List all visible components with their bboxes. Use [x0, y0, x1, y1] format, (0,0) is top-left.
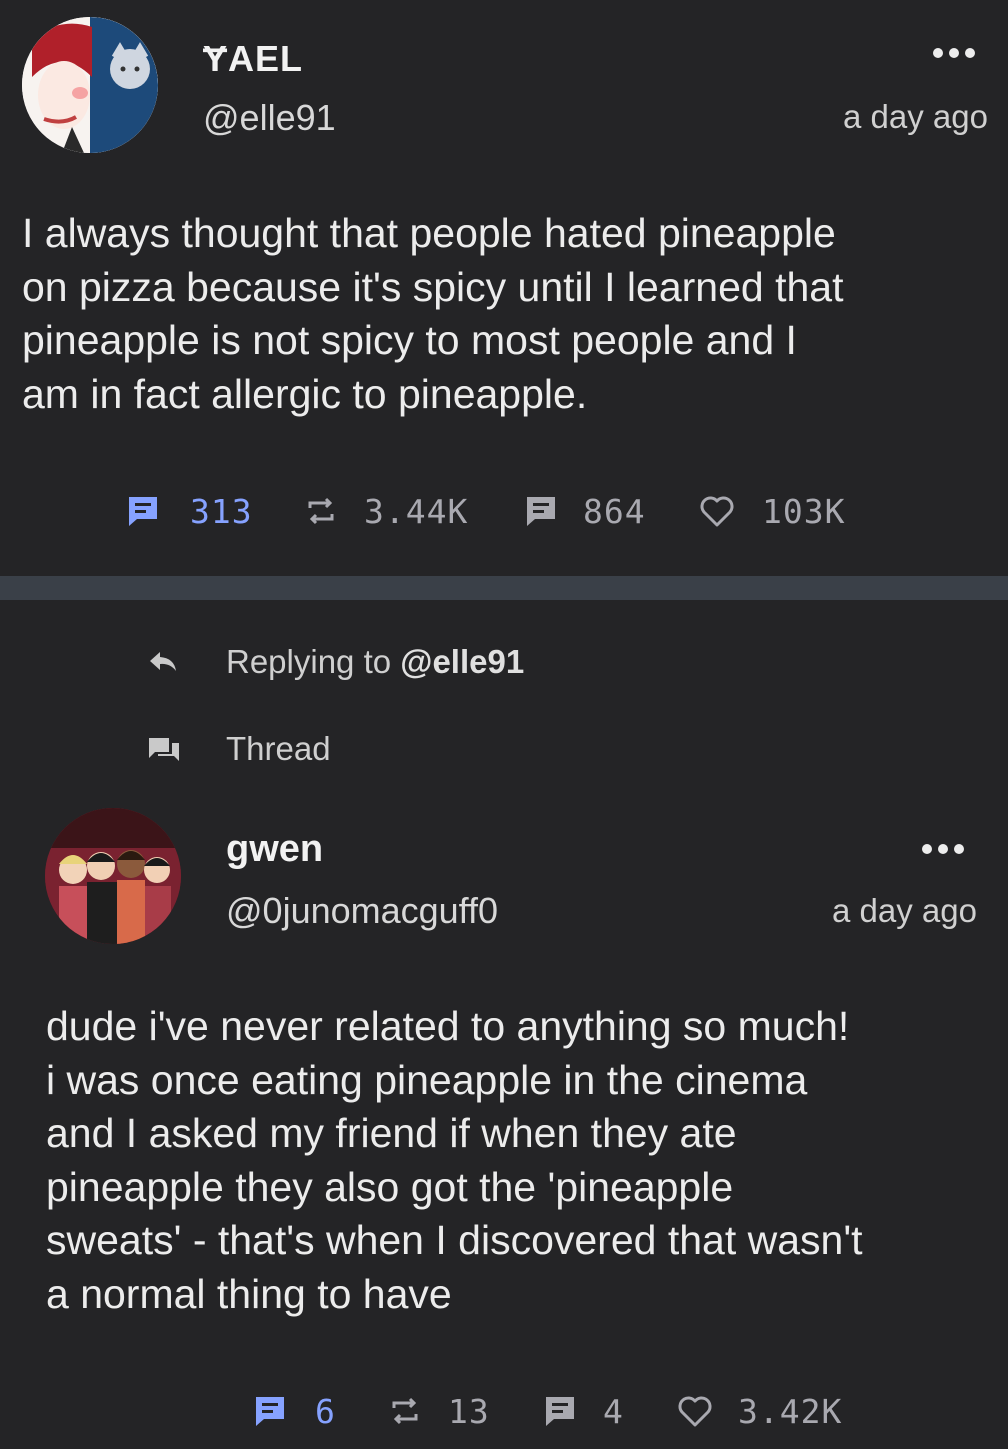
reply-more-button[interactable] [922, 844, 964, 854]
heart-icon [678, 1396, 712, 1427]
repeat-icon [308, 497, 334, 525]
thread-label: Thread [226, 730, 331, 767]
reply-reblogs-button[interactable]: 13 [388, 1392, 543, 1431]
thread-row[interactable]: Thread [148, 730, 331, 768]
ellipsis-icon [922, 844, 932, 854]
replying-to-row[interactable]: Replying to @elle91 [148, 643, 524, 681]
avatar-0junomacguff0[interactable] [45, 808, 181, 944]
reply-handle[interactable]: @0junomacguff0 [226, 890, 498, 932]
reply-text: dude i've never related to anything so m… [46, 1003, 863, 1317]
post-reblogs-count: 3.44K [364, 491, 469, 531]
reply-stats: 6 13 4 3.42K [253, 1388, 842, 1434]
post-likes-button[interactable]: 103K [699, 492, 845, 531]
post-replies-count: 313 [190, 491, 253, 531]
section-divider [0, 576, 1008, 600]
reply-quotes-count: 4 [603, 1391, 624, 1431]
comment-icon [129, 497, 157, 526]
avatar-group-icon [45, 808, 181, 944]
quote-icon [527, 497, 555, 526]
post-quotes-count: 864 [583, 491, 646, 531]
reply-replies-button[interactable]: 6 [253, 1392, 388, 1431]
heart-icon [700, 496, 734, 527]
reply-likes-button[interactable]: 3.42K [677, 1392, 842, 1431]
post-stats: 313 3.44K 864 103K [126, 488, 845, 534]
reply-likes-count: 3.42K [738, 1391, 843, 1431]
replying-to-label: Replying to [226, 643, 401, 680]
post-reblogs-button[interactable]: 3.44K [304, 492, 524, 531]
reply-arrow-icon [150, 652, 176, 671]
repeat-icon [392, 1397, 418, 1425]
thread-icon [149, 738, 179, 761]
comment-icon [256, 1397, 284, 1426]
post-text: I always thought that people hated pinea… [22, 210, 844, 417]
avatar-elle91[interactable] [22, 17, 158, 153]
post-likes-count: 103K [762, 491, 846, 531]
reply-timestamp: a day ago [832, 892, 977, 929]
post-more-button[interactable] [933, 48, 975, 58]
avatar-portrait-icon [22, 17, 158, 153]
post-replies-button[interactable]: 313 [126, 492, 304, 531]
post-quotes-button[interactable]: 864 [524, 492, 699, 531]
reply-replies-count: 6 [315, 1391, 336, 1431]
reply-display-name[interactable]: gwen [226, 828, 323, 871]
ellipsis-icon [933, 48, 943, 58]
post-timestamp: a day ago [843, 98, 988, 135]
reply-reblogs-count: 13 [448, 1391, 490, 1431]
quote-icon [546, 1397, 574, 1426]
replying-to-handle[interactable]: @elle91 [400, 643, 524, 681]
post-handle[interactable]: @elle91 [203, 97, 336, 139]
post-display-name[interactable]: ɎAEL [203, 38, 303, 80]
reply-quotes-button[interactable]: 4 [543, 1392, 677, 1431]
